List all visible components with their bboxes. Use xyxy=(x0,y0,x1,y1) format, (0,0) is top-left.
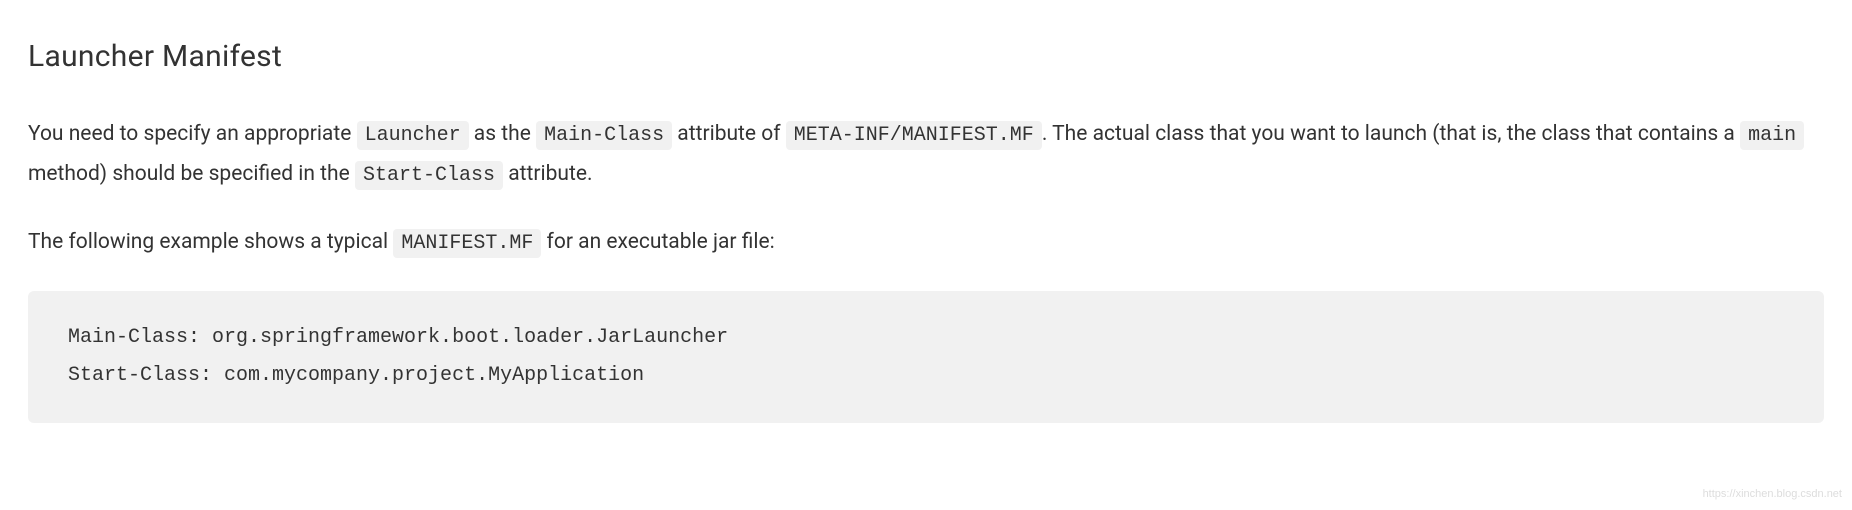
paragraph-1: You need to specify an appropriate Launc… xyxy=(28,115,1824,195)
code-block-manifest: Main-Class: org.springframework.boot.loa… xyxy=(28,291,1824,423)
paragraph-2: The following example shows a typical MA… xyxy=(28,223,1824,263)
text-segment: You need to specify an appropriate xyxy=(28,122,357,146)
inline-code-manifest-path: META-INF/MANIFEST.MF xyxy=(786,121,1042,150)
inline-code-start-class: Start-Class xyxy=(355,161,503,190)
text-segment: attribute. xyxy=(503,162,593,186)
text-segment: as the xyxy=(469,122,536,146)
text-segment: attribute of xyxy=(672,122,786,146)
text-segment: for an executable jar file: xyxy=(541,230,774,254)
inline-code-main: main xyxy=(1740,121,1804,150)
text-segment: method) should be specified in the xyxy=(28,162,355,186)
text-segment: The following example shows a typical xyxy=(28,230,393,254)
section-heading: Launcher Manifest xyxy=(28,28,1824,85)
watermark-text: https://xinchen.blog.csdn.net xyxy=(1703,484,1842,505)
inline-code-launcher: Launcher xyxy=(357,121,469,150)
inline-code-manifest-mf: MANIFEST.MF xyxy=(393,229,541,258)
text-segment: . The actual class that you want to laun… xyxy=(1042,122,1740,146)
inline-code-main-class: Main-Class xyxy=(536,121,672,150)
